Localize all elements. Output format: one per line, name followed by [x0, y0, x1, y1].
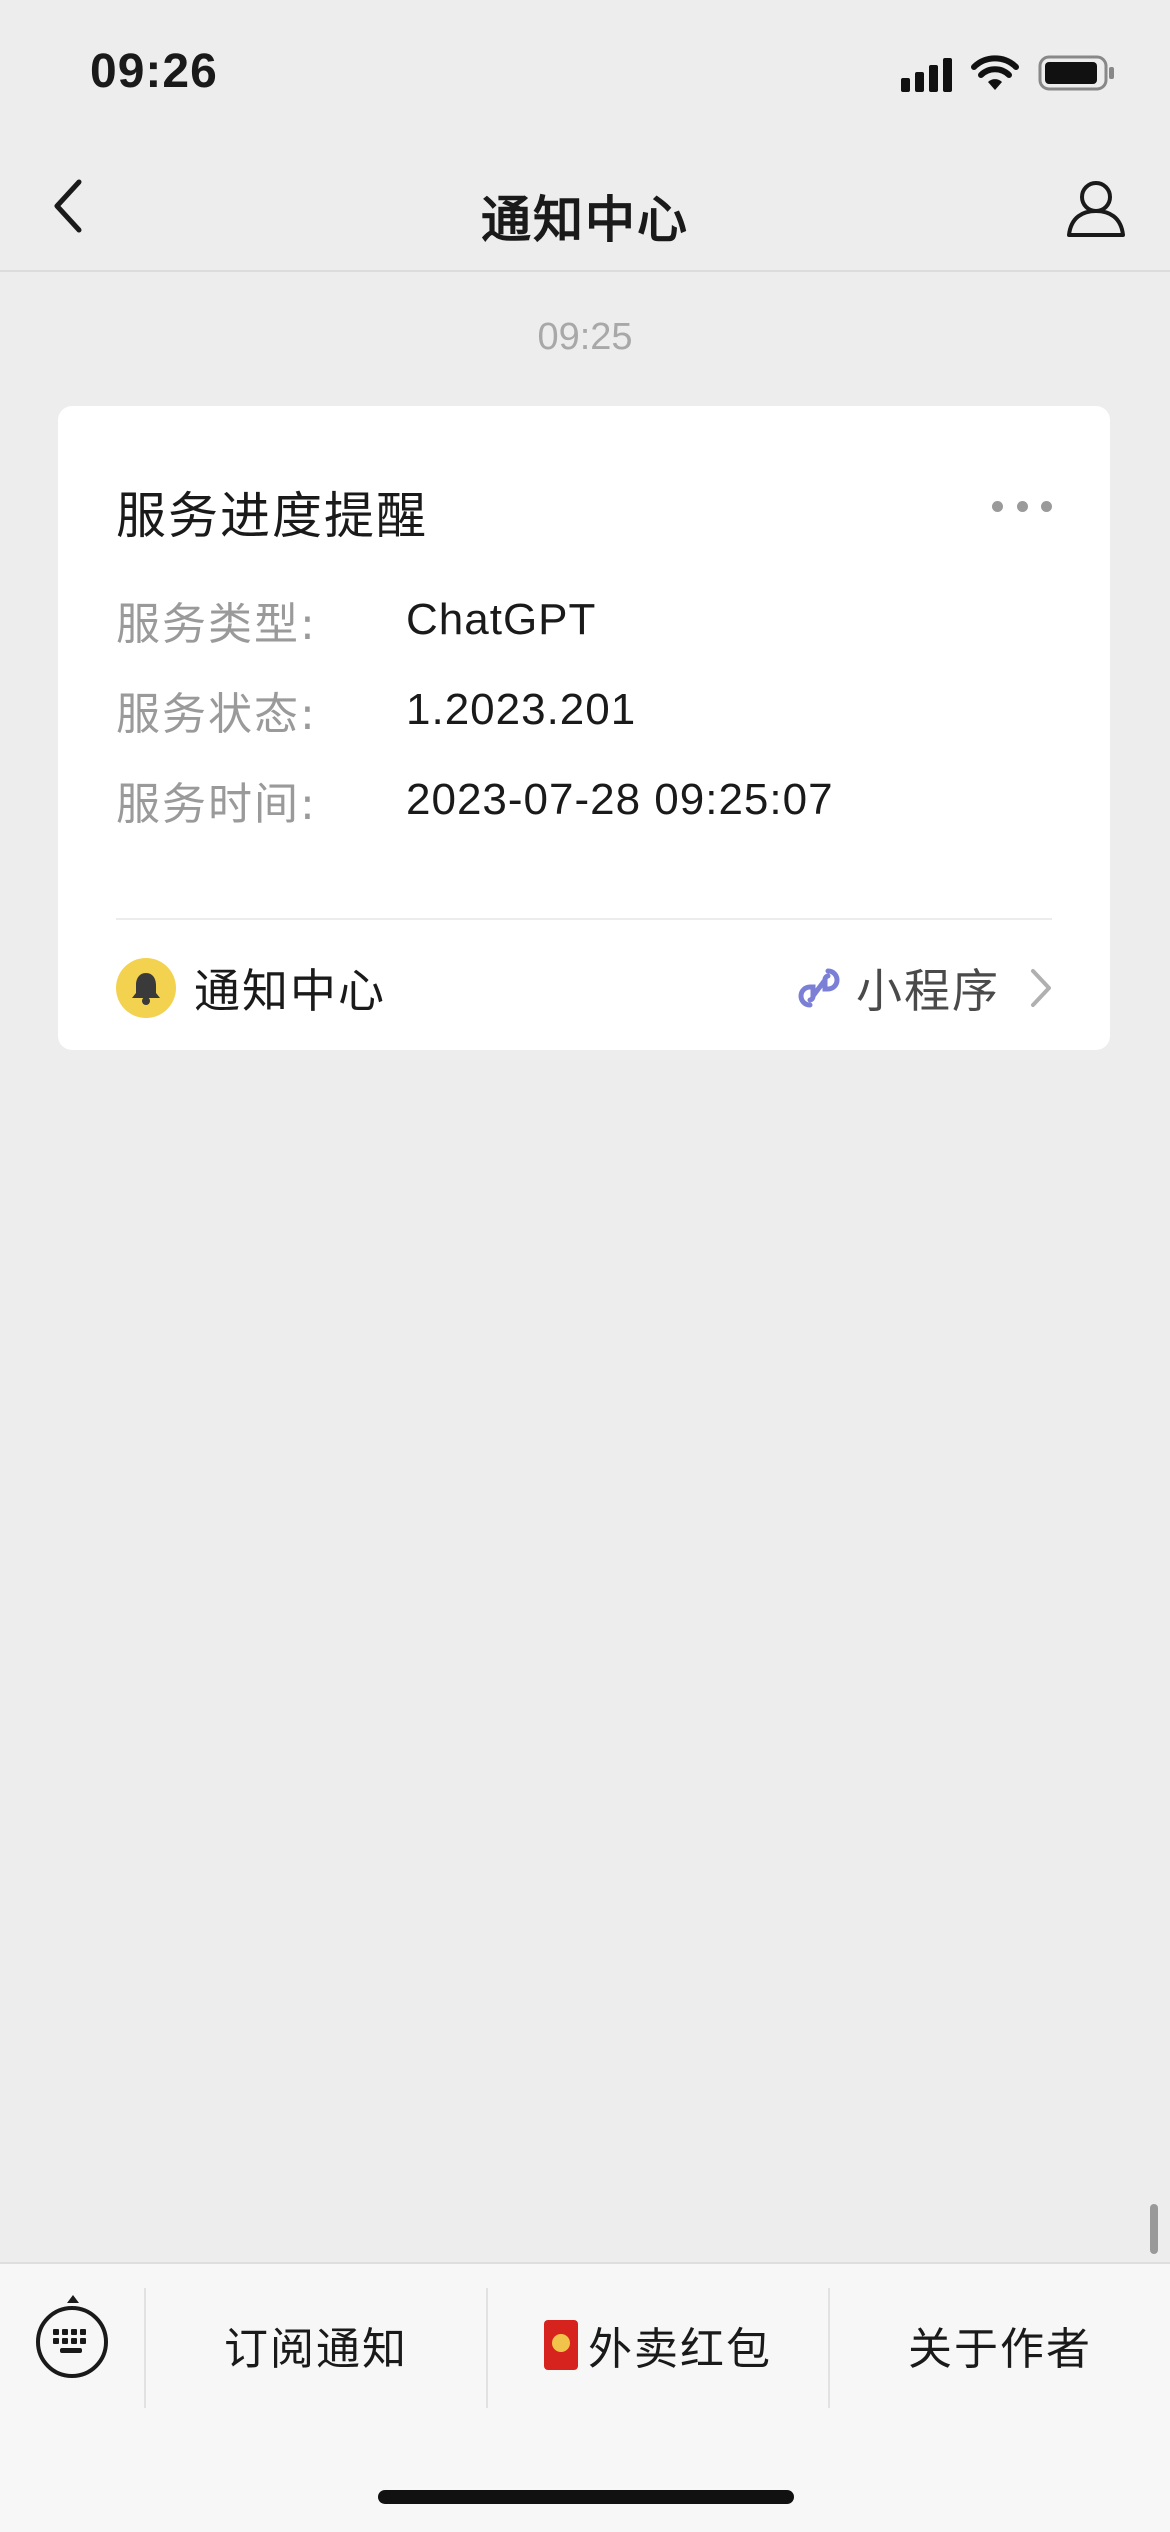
menu-item-red-packet[interactable]: 外卖红包	[488, 2290, 828, 2400]
mini-program-link[interactable]: 小程序	[796, 955, 1052, 1021]
status-time: 09:26	[90, 45, 218, 98]
menu-item-about-author[interactable]: 关于作者	[830, 2290, 1170, 2400]
menu-item-label: 关于作者	[908, 2324, 1092, 2375]
nav-bar: 通知中心	[0, 140, 1170, 272]
field-row-service-status: 服务状态: 1.2023.201	[116, 680, 636, 740]
more-dot	[992, 500, 1003, 512]
field-value: 1.2023.201	[406, 685, 637, 734]
more-dot	[1016, 500, 1028, 512]
link-icon	[796, 965, 842, 1011]
field-row-service-type: 服务类型: ChatGPT	[116, 590, 596, 650]
status-icons	[901, 50, 1116, 96]
card-footer[interactable]: 通知中心 小程序	[116, 938, 1052, 1038]
field-label: 服务类型:	[116, 599, 317, 650]
more-options-button[interactable]	[992, 494, 1052, 518]
status-bar: 09:26	[0, 0, 1170, 140]
message-timestamp: 09:25	[537, 316, 633, 358]
field-value: ChatGPT	[406, 595, 597, 644]
cellular-signal-icon	[901, 54, 952, 92]
more-dot	[1041, 500, 1052, 512]
keyboard-icon	[53, 2329, 86, 2353]
battery-icon	[1038, 54, 1116, 92]
field-value: 2023-07-28 09:25:07	[406, 775, 834, 824]
notification-card[interactable]: 服务进度提醒 服务类型: ChatGPT 服务状态: 1.2023.201 服务…	[58, 406, 1110, 1050]
bell-icon	[132, 973, 160, 1005]
home-indicator[interactable]	[378, 2490, 794, 2504]
person-icon	[1067, 181, 1125, 237]
menu-item-label: 外卖红包	[588, 2324, 772, 2375]
menu-item-subscribe[interactable]: 订阅通知	[146, 2290, 486, 2400]
profile-button[interactable]	[1062, 174, 1130, 242]
mini-program-label: 小程序	[856, 964, 1000, 1018]
chevron-right-icon	[1030, 968, 1052, 1008]
red-packet-icon	[544, 2320, 578, 2370]
scrollbar[interactable]	[1150, 2204, 1158, 2254]
source-avatar	[116, 958, 176, 1018]
field-label: 服务时间:	[116, 779, 317, 830]
keyboard-toggle-button[interactable]	[36, 2295, 108, 2378]
card-title: 服务进度提醒	[116, 487, 428, 545]
wifi-icon	[970, 54, 1020, 92]
caret-up-icon	[67, 2295, 79, 2303]
page-title: 通知中心	[481, 191, 689, 249]
field-row-service-time: 服务时间: 2023-07-28 09:25:07	[116, 770, 834, 830]
field-label: 服务状态:	[116, 689, 317, 740]
source-name: 通知中心	[194, 964, 386, 1018]
card-divider	[116, 918, 1052, 920]
menu-item-label: 订阅通知	[224, 2324, 408, 2375]
